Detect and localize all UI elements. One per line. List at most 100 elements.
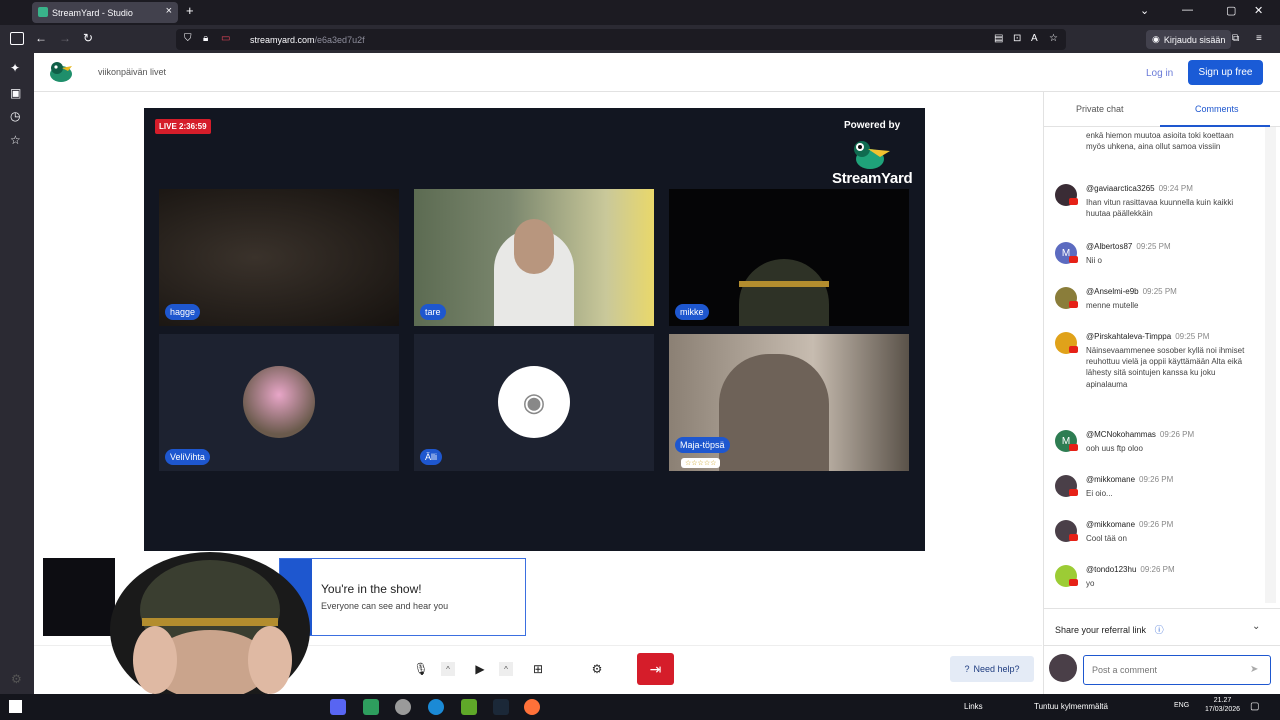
- comment-username: @Albertos87: [1086, 242, 1133, 251]
- screenshot-icon[interactable]: ⊡: [1013, 33, 1021, 44]
- notification-subtitle: Everyone can see and hear you: [321, 601, 449, 611]
- bookmarks-icon[interactable]: ☆: [10, 133, 21, 147]
- camera-options-chevron-icon[interactable]: ^: [499, 662, 513, 676]
- comment-text: yo: [1086, 579, 1095, 588]
- chevron-down-icon[interactable]: ⌄: [1252, 621, 1260, 632]
- participant-tile[interactable]: ◉ Älli: [414, 334, 654, 471]
- extensions-icon[interactable]: ⧉: [1232, 33, 1239, 44]
- reader-view-icon[interactable]: ▤: [994, 33, 1003, 44]
- url-path: /e6a3ed7u2f: [314, 34, 365, 45]
- firefox-icon[interactable]: [524, 699, 540, 715]
- participant-tile[interactable]: tare: [414, 189, 654, 326]
- tab-comments[interactable]: Comments: [1195, 104, 1239, 114]
- close-tab-icon[interactable]: ×: [166, 5, 172, 17]
- account-label: Kirjaudu sisään: [1163, 34, 1226, 45]
- participant-video: [739, 259, 829, 326]
- send-icon[interactable]: ➤: [1250, 664, 1258, 675]
- post-comment-input[interactable]: [1083, 655, 1271, 685]
- participant-name: VeliVihta: [165, 449, 210, 465]
- app-icon[interactable]: [395, 699, 411, 715]
- login-link[interactable]: Log in: [1146, 68, 1173, 79]
- comment-text: Nii o: [1086, 256, 1103, 265]
- participant-name: Älli: [420, 449, 443, 465]
- taskbar-clock[interactable]: 21.27 17/03/2026: [1205, 696, 1240, 714]
- tab-list-chevron-icon[interactable]: ⌄: [1140, 4, 1149, 17]
- participant-tile[interactable]: hagge: [159, 189, 399, 326]
- help-circle-icon[interactable]: ⓘ: [1155, 625, 1164, 635]
- translate-icon[interactable]: A: [1031, 33, 1038, 44]
- youtube-icon: [1069, 301, 1078, 308]
- comment-text: Ihan vitun rasittavaa kuunnella kuin kai…: [1086, 198, 1234, 219]
- share-screen-icon[interactable]: ⊞: [527, 658, 549, 680]
- permissions-icon[interactable]: ▭: [221, 33, 230, 44]
- help-icon: ?: [964, 664, 970, 674]
- comments-scrollbar[interactable]: [1265, 127, 1276, 603]
- bookmark-star-icon[interactable]: ☆: [1049, 33, 1058, 44]
- close-window-icon[interactable]: ✕: [1254, 4, 1263, 17]
- sidebar-toggle-icon[interactable]: [10, 32, 24, 45]
- streamyard-duck-icon: [854, 141, 890, 169]
- camera-icon[interactable]: ▶︎: [469, 658, 491, 680]
- participant-tile[interactable]: Maja-töpsä ☆☆☆☆☆: [669, 334, 909, 471]
- comment-time: 09:26 PM: [1139, 475, 1174, 484]
- weather-tray-text[interactable]: Tuntuu kylmemmältä: [1034, 702, 1108, 711]
- participant-face: [514, 219, 554, 274]
- address-bar[interactable]: streamyard.com/e6a3ed7u2f: [176, 29, 1066, 50]
- streamyard-logo-icon: [50, 62, 72, 82]
- mic-options-chevron-icon[interactable]: ^: [441, 662, 455, 676]
- participant-avatar: [243, 366, 315, 438]
- browser-sidebar: [0, 53, 34, 694]
- participant-tile[interactable]: mikke: [669, 189, 909, 326]
- windows-start-icon[interactable]: [9, 700, 22, 713]
- notification-title: You're in the show!: [321, 582, 422, 596]
- discord-icon[interactable]: [330, 699, 346, 715]
- synced-tabs-icon[interactable]: ▣: [10, 86, 21, 100]
- comment-text: enkä hiemon muutoa asioita toki koettaan…: [1086, 131, 1234, 152]
- lock-icon[interactable]: 🔒︎: [203, 33, 208, 44]
- webcam-overlay: [110, 552, 310, 694]
- my-avatar: [1049, 654, 1077, 682]
- comment-text: Näinsevaammenee sosober kyllä noi ihmise…: [1086, 346, 1245, 389]
- broadcast-stage: [144, 108, 925, 551]
- url-host: streamyard.com: [250, 34, 315, 45]
- need-help-button[interactable]: ? Need help?: [950, 656, 1034, 682]
- ai-sparkle-icon[interactable]: ✦: [10, 61, 20, 75]
- forward-arrow-icon[interactable]: →: [59, 31, 71, 45]
- settings-gear-icon[interactable]: ⚙: [586, 658, 608, 680]
- app-icon[interactable]: [363, 699, 379, 715]
- comment-time: 09:26 PM: [1159, 430, 1195, 439]
- comment-text: ooh uus ftp oloo: [1086, 444, 1143, 453]
- media-player-icon[interactable]: [461, 699, 477, 715]
- browser-tab[interactable]: StreamYard - Studio ×: [32, 2, 178, 23]
- shield-icon[interactable]: ⛉: [184, 33, 192, 44]
- steam-icon[interactable]: [493, 699, 509, 715]
- participant-video: [719, 354, 829, 471]
- tab-private-chat[interactable]: Private chat: [1076, 104, 1124, 114]
- referral-link-toggle[interactable]: Share your referral link ⓘ: [1055, 623, 1164, 636]
- minimize-icon[interactable]: —: [1182, 4, 1193, 16]
- comment-text: Cool tää on: [1086, 534, 1127, 543]
- clock-time: 21.27: [1213, 697, 1232, 704]
- participant-tile[interactable]: VeliVihta: [159, 334, 399, 471]
- youtube-icon: [1069, 346, 1078, 353]
- history-icon[interactable]: ◷: [10, 109, 20, 123]
- menu-icon[interactable]: ≡: [1256, 33, 1262, 44]
- taskbar-links-label[interactable]: Links: [964, 702, 983, 711]
- maximize-icon[interactable]: ▢: [1226, 4, 1236, 17]
- edge-icon[interactable]: [428, 699, 444, 715]
- comment-time: 09:25 PM: [1136, 242, 1171, 251]
- hat-stripe: [739, 281, 829, 287]
- back-arrow-icon[interactable]: ←: [35, 31, 47, 45]
- reload-icon[interactable]: ↻: [83, 31, 93, 45]
- new-tab-icon[interactable]: +: [186, 3, 194, 18]
- input-language[interactable]: ENG: [1174, 702, 1189, 709]
- leave-studio-button[interactable]: ⇥: [637, 653, 674, 685]
- account-button[interactable]: ◉ Kirjaudu sisään: [1146, 30, 1232, 49]
- comment-time: 09:26 PM: [1139, 520, 1174, 529]
- microphone-icon[interactable]: 🎙︎: [410, 658, 432, 680]
- notifications-icon[interactable]: ▢: [1250, 701, 1259, 712]
- youtube-icon: [1069, 256, 1078, 263]
- sidebar-settings-icon[interactable]: ⚙: [11, 672, 22, 686]
- signup-button[interactable]: Sign up free: [1188, 60, 1263, 85]
- comment-username: @mikkomane: [1086, 520, 1136, 529]
